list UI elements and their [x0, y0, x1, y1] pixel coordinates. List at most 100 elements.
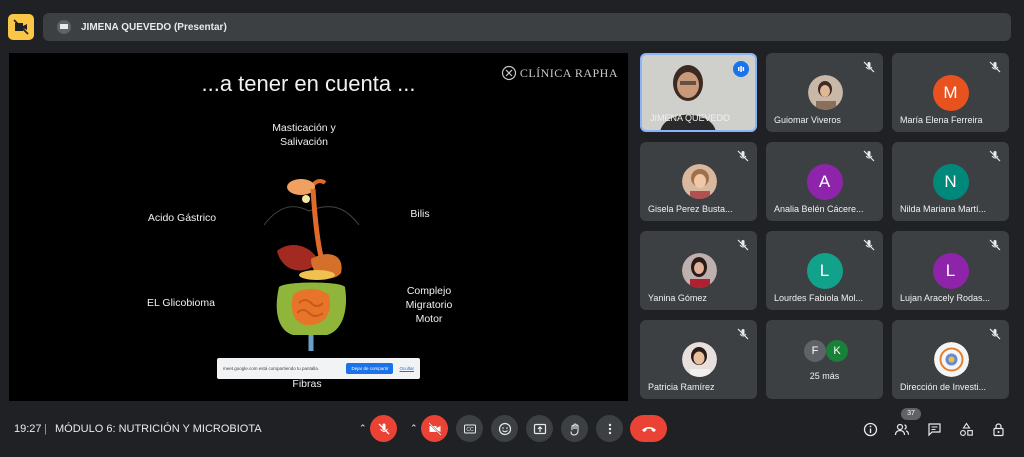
participant-name: Lujan Aracely Rodas... — [900, 293, 991, 303]
host-controls-button[interactable] — [990, 421, 1006, 437]
meeting-time: 19:27 — [14, 423, 42, 435]
meeting-info-button[interactable] — [862, 421, 878, 437]
presenter-banner: JIMENA QUEVEDO (Presentar) — [43, 13, 1011, 41]
presentation-stage[interactable]: ...a tener en cuenta ... CLÍNICA RAPHA M… — [9, 53, 628, 401]
mic-off-icon — [378, 423, 389, 434]
avatar: F — [804, 340, 826, 362]
screen-share-bar: meet.google.com está compartiendo tu pan… — [217, 358, 420, 379]
participant-tile[interactable]: L Lujan Aracely Rodas... — [892, 231, 1009, 310]
hide-share-bar-link[interactable]: Ocultar — [399, 366, 414, 371]
svg-text:CC: CC — [466, 427, 474, 433]
digestive-system-illustration — [263, 179, 360, 351]
avatar: L — [806, 253, 843, 289]
avatar: N — [932, 164, 969, 200]
chat-icon — [927, 422, 941, 436]
present-now-button[interactable] — [526, 415, 553, 442]
bottom-toolbar: 19:27 | MÓDULO 6: NUTRICIÓN Y MICROBIOTA… — [0, 408, 1024, 457]
participant-tile[interactable]: Gisela Perez Busta... — [640, 142, 757, 221]
presenter-label: JIMENA QUEVEDO (Presentar) — [81, 21, 227, 33]
people-button[interactable] — [894, 421, 910, 437]
participant-name: JIMENA QUEVEDO — [650, 113, 731, 123]
participant-tile-jimena[interactable]: JIMENA QUEVEDO — [640, 53, 757, 132]
more-participants-tile[interactable]: F K 25 más — [766, 320, 883, 399]
avatar: L — [932, 253, 969, 289]
mic-off-icon — [863, 239, 875, 251]
label-masticacion: Masticación y Salivación — [272, 122, 336, 148]
cc-icon: CC — [463, 424, 476, 433]
captions-button[interactable]: CC — [456, 415, 483, 442]
participant-tile[interactable]: N Nilda Mariana Martí... — [892, 142, 1009, 221]
emoji-icon — [498, 422, 511, 435]
top-bar: JIMENA QUEVEDO (Presentar) — [0, 0, 1024, 50]
camera-toggle-button[interactable] — [421, 415, 448, 442]
participant-tile[interactable]: Dirección de Investi... — [892, 320, 1009, 399]
participant-name: Dirección de Investi... — [900, 382, 987, 392]
participant-tile[interactable]: Guiomar Viveros — [766, 53, 883, 132]
participant-tile[interactable]: Yanina Gómez — [640, 231, 757, 310]
label-glicobioma: EL Glicobioma — [147, 297, 215, 309]
participant-tile[interactable]: M María Elena Ferreira — [892, 53, 1009, 132]
camera-options-chevron-icon[interactable]: ⌃ — [410, 423, 418, 434]
people-icon — [894, 423, 910, 435]
mic-off-icon — [737, 328, 749, 340]
avatar: K — [826, 340, 848, 362]
people-count-badge: 37 — [901, 408, 921, 420]
participant-photo — [681, 253, 717, 288]
mic-off-icon — [737, 150, 749, 162]
raise-hand-button[interactable] — [561, 415, 588, 442]
reactions-button[interactable] — [491, 415, 518, 442]
camera-off-icon — [427, 421, 442, 436]
participant-name: Guiomar Viveros — [774, 115, 841, 125]
stop-sharing-button[interactable]: Dejar de compartir — [346, 363, 394, 374]
mic-off-icon — [737, 239, 749, 251]
avatar: A — [806, 164, 843, 200]
share-message: meet.google.com está compartiendo tu pan… — [223, 366, 320, 371]
participant-name: María Elena Ferreira — [900, 115, 983, 125]
label-bilis: Bilis — [410, 208, 430, 220]
participant-tile[interactable]: L Lourdes Fabiola Mol... — [766, 231, 883, 310]
camera-off-icon[interactable] — [8, 14, 34, 40]
separator: | — [44, 423, 47, 435]
participant-name: Lourdes Fabiola Mol... — [774, 293, 864, 303]
clinic-logo-icon — [501, 65, 516, 81]
info-icon — [863, 422, 877, 436]
participant-name: Nilda Mariana Martí... — [900, 204, 987, 214]
more-count: 25 más — [809, 371, 840, 381]
more-options-button[interactable] — [596, 415, 623, 442]
participant-name: Analia Belén Cácere... — [774, 204, 864, 214]
mic-off-icon — [863, 150, 875, 162]
mic-off-icon — [989, 150, 1001, 162]
participant-photo — [681, 164, 717, 199]
participant-tile[interactable]: Patricia Ramírez — [640, 320, 757, 399]
leave-call-button[interactable] — [630, 415, 667, 442]
participant-name: Patricia Ramírez — [648, 382, 715, 392]
mic-options-chevron-icon[interactable]: ⌃ — [359, 423, 367, 434]
participant-photo — [681, 342, 717, 377]
activities-button[interactable] — [958, 421, 974, 437]
microphone-toggle-button[interactable] — [370, 415, 397, 442]
more-icon — [608, 423, 611, 434]
mic-off-icon — [863, 61, 875, 73]
mic-off-icon — [989, 239, 1001, 251]
mic-off-icon — [989, 61, 1001, 73]
participant-photo — [807, 75, 843, 110]
label-fibras: Fibras — [292, 378, 322, 390]
mic-off-icon — [989, 328, 1001, 340]
hand-icon — [569, 422, 579, 436]
chat-button[interactable] — [926, 421, 942, 437]
speaking-indicator-icon — [733, 61, 749, 77]
present-icon — [533, 423, 546, 434]
end-call-icon — [641, 426, 656, 432]
clinic-brand: CLÍNICA RAPHA — [501, 65, 618, 81]
meeting-title: MÓDULO 6: NUTRICIÓN Y MICROBIOTA — [55, 423, 262, 435]
participant-name: Gisela Perez Busta... — [648, 204, 733, 214]
organization-logo — [933, 342, 969, 377]
host-controls-icon — [992, 422, 1004, 436]
avatar: M — [932, 75, 969, 111]
label-acido-gastrico: Acido Gástrico — [147, 212, 217, 224]
activities-icon — [959, 422, 973, 436]
label-complejo-migratorio: Complejo Migratorio Motor — [405, 285, 453, 325]
participant-tile[interactable]: A Analia Belén Cácere... — [766, 142, 883, 221]
presentation-icon — [55, 18, 73, 36]
participant-name: Yanina Gómez — [648, 293, 707, 303]
